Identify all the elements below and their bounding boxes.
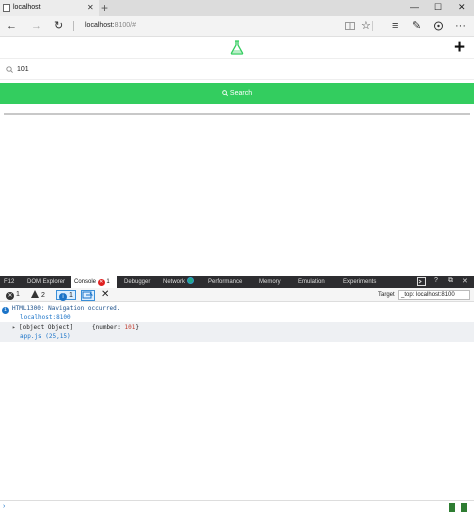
close-window-button[interactable]: ✕ bbox=[458, 2, 466, 13]
tab-debugger[interactable]: Debugger bbox=[124, 276, 150, 288]
clear-console-icon[interactable]: ✕ bbox=[101, 290, 109, 300]
info-icon: i bbox=[59, 293, 67, 301]
tab-network-label: Network bbox=[163, 279, 186, 285]
share-icon[interactable] bbox=[433, 21, 444, 34]
help-icon[interactable]: ? bbox=[434, 277, 438, 284]
warning-icon bbox=[31, 290, 39, 298]
tab-console-label: Console bbox=[74, 279, 97, 285]
console-error-count: 1 bbox=[106, 279, 110, 285]
console-message: HTML1300: Navigation occurred. bbox=[12, 305, 121, 312]
more-icon[interactable]: ··· bbox=[455, 20, 466, 32]
warnings-filter[interactable]: 2 bbox=[31, 290, 45, 300]
url-separator bbox=[73, 21, 75, 34]
console-toggle-icon[interactable] bbox=[417, 277, 426, 288]
tray-icon bbox=[449, 503, 455, 512]
devtools-tab-bar: F12 DOM Explorer Console ✕ 1 Debugger Ne… bbox=[0, 276, 474, 288]
tab-memory[interactable]: Memory bbox=[259, 276, 281, 288]
search-input[interactable]: 101 bbox=[0, 60, 474, 80]
add-button[interactable]: + bbox=[454, 38, 465, 57]
close-devtools-icon[interactable]: ✕ bbox=[462, 277, 468, 285]
target-value: _top: localhost:8100 bbox=[401, 292, 455, 298]
object-summary: [object Object] bbox=[19, 324, 74, 331]
console-toolbar: ✕ 1 2 i 1 ✕ Target _top: localhost:8100 bbox=[0, 288, 474, 302]
tab-network[interactable]: Network bbox=[163, 276, 194, 288]
console-source-link[interactable]: localhost:8100 bbox=[20, 314, 71, 321]
errors-filter[interactable]: ✕ 1 bbox=[6, 290, 20, 300]
tab-dom-explorer[interactable]: DOM Explorer bbox=[27, 276, 65, 288]
search-icon bbox=[222, 90, 228, 96]
tab-title: localhost bbox=[13, 4, 41, 11]
tab-emulation[interactable]: Emulation bbox=[298, 276, 325, 288]
object-close: } bbox=[135, 324, 139, 331]
address-input[interactable]: localhost:8100/# bbox=[85, 22, 136, 29]
app-header: + bbox=[0, 37, 474, 59]
target-select[interactable]: _top: localhost:8100 bbox=[398, 290, 470, 300]
tab-f12[interactable]: F12 bbox=[4, 276, 14, 288]
console-source-link[interactable]: app.js (25,15) bbox=[20, 333, 71, 340]
title-bar: localhost ✕ + — ☐ ✕ bbox=[0, 0, 474, 16]
console-input[interactable]: › bbox=[0, 500, 474, 513]
search-button[interactable]: Search bbox=[0, 83, 474, 104]
tab-console[interactable]: Console ✕ 1 bbox=[71, 276, 117, 288]
forward-icon[interactable]: → bbox=[31, 20, 42, 32]
url-host: localhost: bbox=[85, 22, 115, 29]
console-prompt: › bbox=[3, 503, 6, 510]
hub-icon[interactable]: ≡ bbox=[392, 20, 398, 32]
tab-performance[interactable]: Performance bbox=[208, 276, 242, 288]
page-icon bbox=[3, 4, 10, 12]
tab-experiments[interactable]: Experiments bbox=[343, 276, 376, 288]
search-button-label: Search bbox=[229, 90, 253, 97]
console-object-row[interactable]: ▸ [object Object] {number: 101} app.js (… bbox=[0, 322, 474, 342]
search-value: 101 bbox=[17, 66, 29, 73]
minimize-button[interactable]: — bbox=[410, 2, 419, 12]
browser-tab[interactable]: localhost ✕ bbox=[0, 0, 99, 16]
maximize-button[interactable]: ☐ bbox=[434, 2, 442, 13]
info-icon: i bbox=[2, 307, 9, 314]
tray-icon bbox=[461, 503, 467, 512]
back-icon[interactable]: ← bbox=[6, 20, 17, 32]
reading-view-icon[interactable] bbox=[345, 21, 355, 34]
object-value: 101 bbox=[124, 324, 136, 331]
web-note-icon[interactable]: ✎ bbox=[412, 20, 421, 32]
results-divider bbox=[4, 113, 470, 115]
favorite-star-icon[interactable]: ☆ bbox=[361, 20, 371, 32]
undock-icon[interactable]: ⧉ bbox=[448, 277, 453, 285]
search-icon bbox=[6, 66, 13, 73]
object-key: {number: bbox=[92, 324, 125, 331]
record-icon bbox=[186, 277, 194, 284]
clear-on-navigate-icon bbox=[82, 291, 94, 299]
close-tab-icon[interactable]: ✕ bbox=[87, 3, 94, 12]
clear-on-navigate-toggle[interactable] bbox=[81, 290, 95, 301]
messages-filter[interactable]: i 1 bbox=[56, 290, 76, 301]
refresh-icon[interactable]: ↻ bbox=[54, 20, 63, 32]
messages-count: 1 bbox=[68, 292, 73, 299]
new-tab-button[interactable]: + bbox=[101, 1, 108, 15]
expand-arrow-icon[interactable]: ▸ bbox=[12, 324, 16, 331]
console-output: i HTML1300: Navigation occurred. localho… bbox=[0, 303, 474, 500]
errors-count: 1 bbox=[15, 291, 20, 298]
address-bar-row: ← → ↻ localhost:8100/# ☆ ≡ ✎ ··· bbox=[0, 16, 474, 37]
url-path: 8100/# bbox=[114, 22, 136, 29]
object-preview: {number: 101} bbox=[92, 324, 139, 331]
warnings-count: 2 bbox=[40, 292, 45, 299]
target-label: Target bbox=[378, 292, 395, 298]
error-filter-icon: ✕ bbox=[6, 292, 14, 300]
error-icon: ✕ bbox=[97, 279, 105, 286]
toolbar-separator bbox=[372, 21, 374, 34]
flask-icon bbox=[230, 40, 244, 55]
